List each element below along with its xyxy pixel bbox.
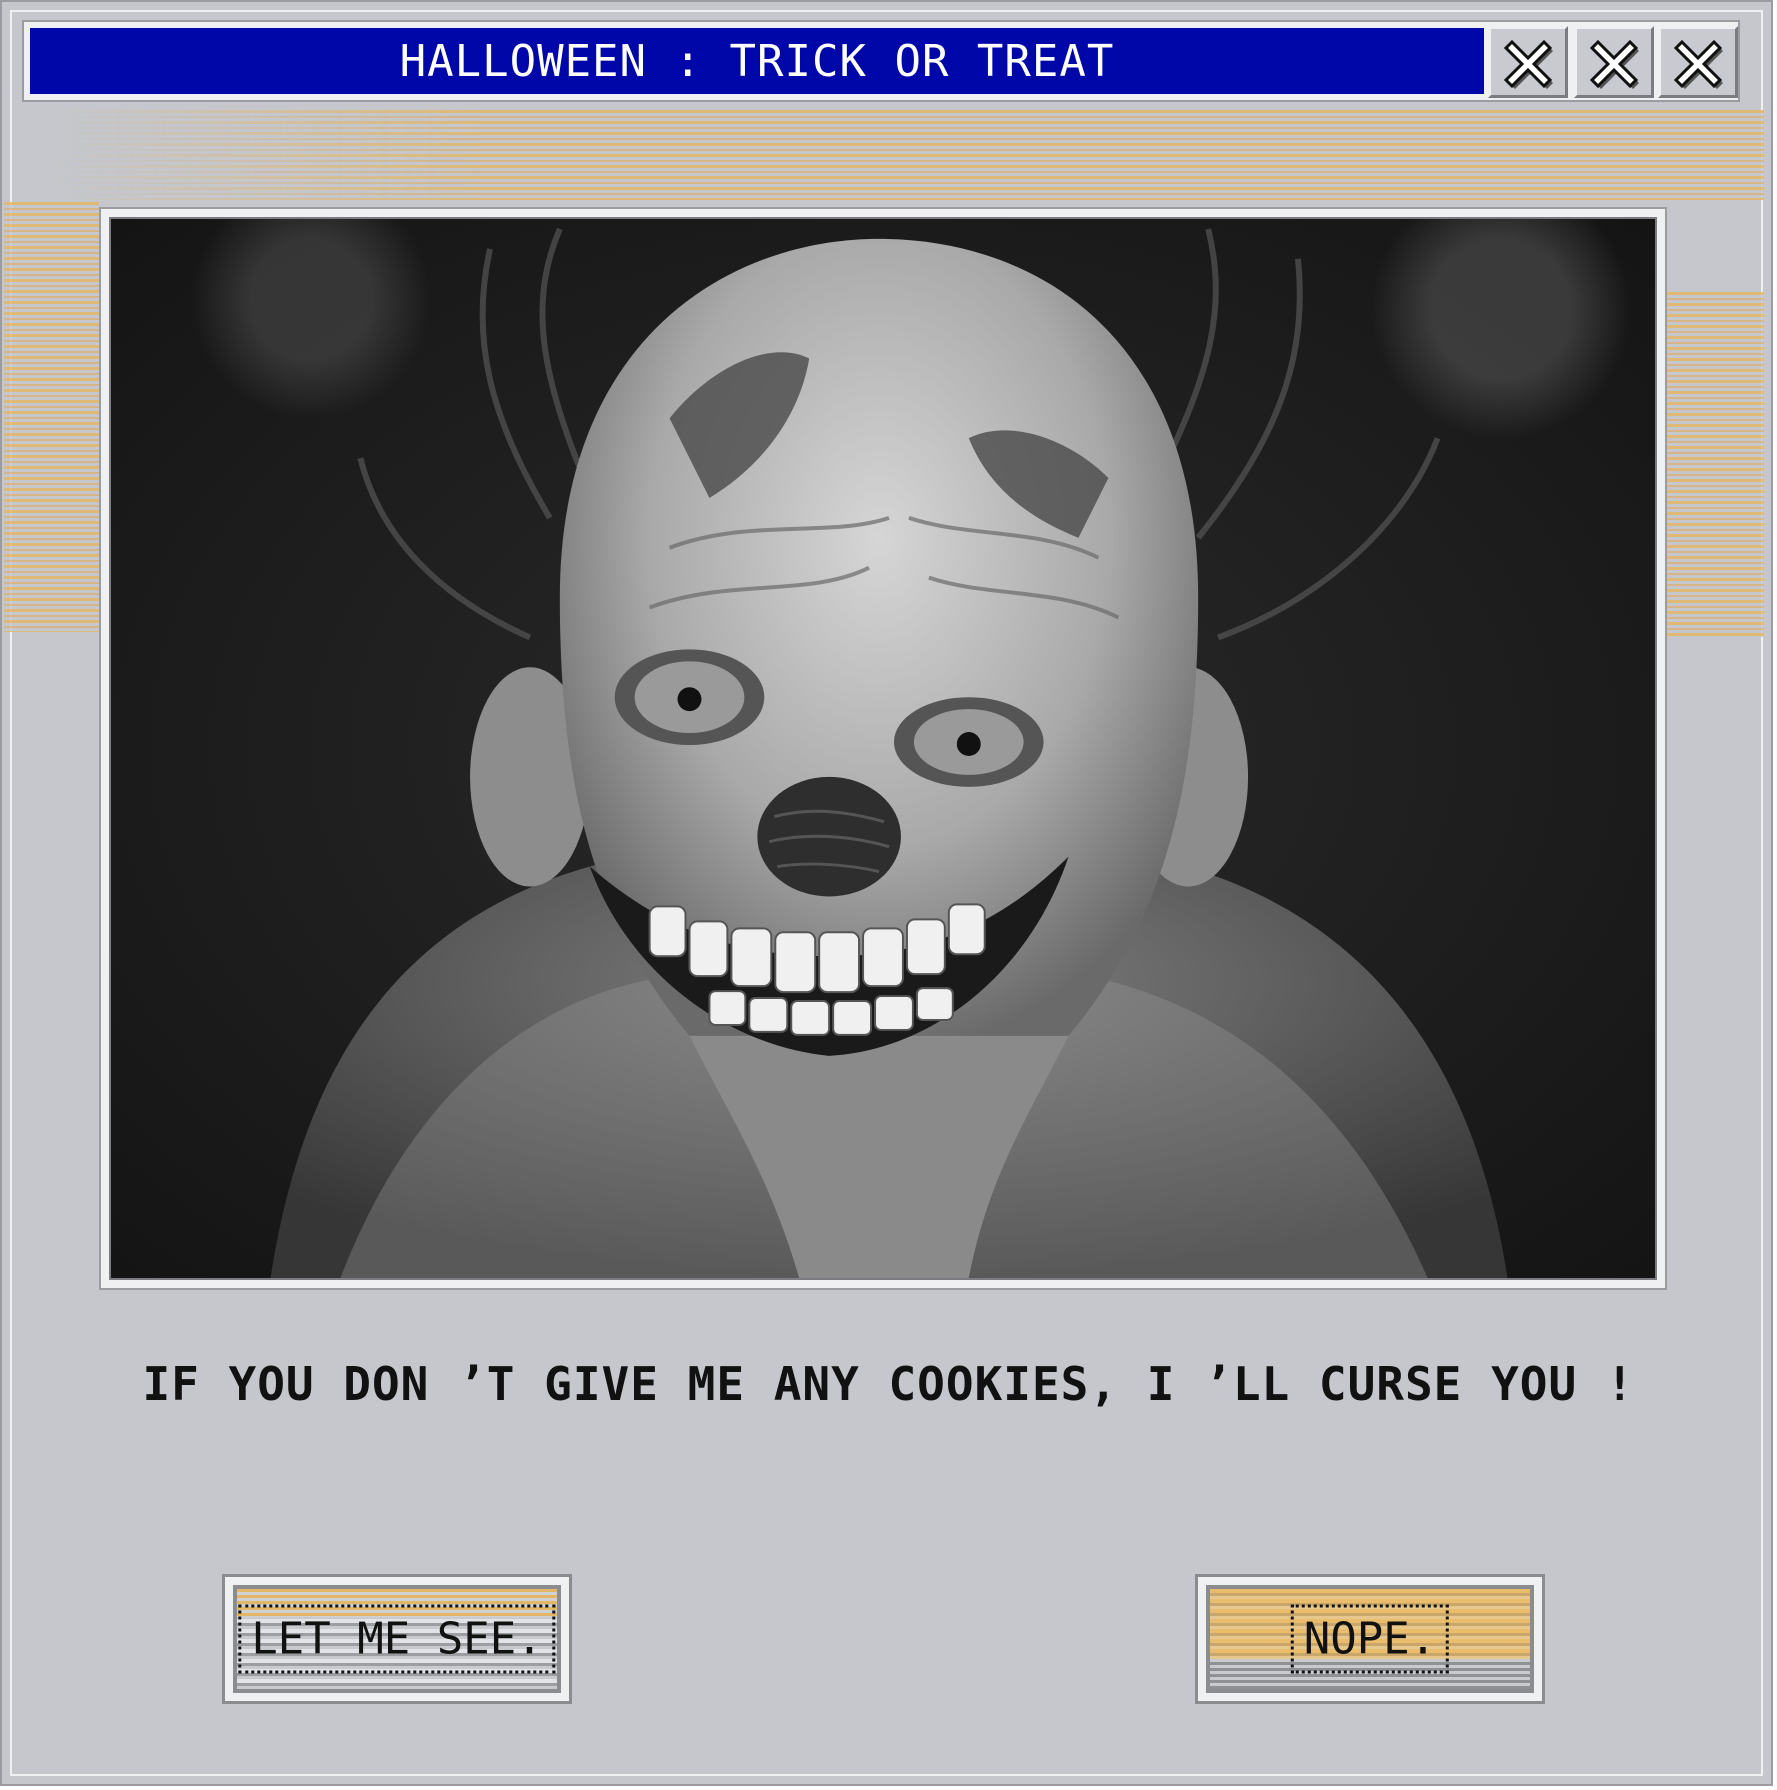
title-bar-fill: HALLOWEEN : TRICK OR TREAT	[30, 28, 1484, 94]
close-icon	[1503, 39, 1553, 89]
close-icon	[1589, 39, 1639, 89]
nope-label: NOPE.	[1290, 1604, 1450, 1674]
nope-button[interactable]: NOPE.	[1195, 1574, 1545, 1704]
let-me-see-label: LET ME SEE.	[238, 1604, 556, 1674]
decorative-stripes-top	[52, 110, 1764, 200]
close-button-3[interactable]	[1658, 26, 1738, 98]
close-button-2[interactable]	[1574, 26, 1654, 98]
decorative-stripes-left	[4, 202, 99, 632]
nope-button-face: NOPE.	[1206, 1585, 1534, 1693]
dialog-message: IF YOU DON ’T GIVE ME ANY COOKIES, I ’LL…	[142, 1357, 1635, 1411]
close-button-1[interactable]	[1488, 26, 1568, 98]
clown-photo	[109, 217, 1657, 1280]
image-frame	[99, 207, 1667, 1290]
close-icon	[1673, 39, 1723, 89]
decorative-stripes-right	[1667, 292, 1764, 637]
let-me-see-button-face: LET ME SEE.	[233, 1585, 561, 1693]
title-bar[interactable]: HALLOWEEN : TRICK OR TREAT	[22, 20, 1740, 102]
dialog-window: HALLOWEEN : TRICK OR TREAT IF YOU DON ’T…	[0, 0, 1773, 1786]
let-me-see-button[interactable]: LET ME SEE.	[222, 1574, 572, 1704]
window-title: HALLOWEEN : TRICK OR TREAT	[399, 35, 1115, 87]
clown-illustration	[270, 227, 1508, 1278]
